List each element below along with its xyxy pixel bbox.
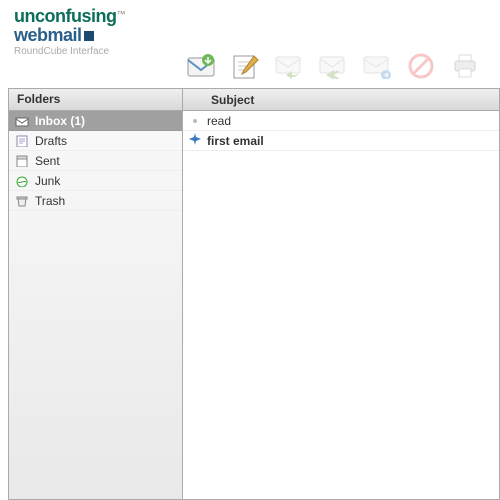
reply-all-icon [318,53,348,79]
junk-icon [15,175,29,187]
message-subject: read [207,114,231,128]
main: Folders Inbox (1) Drafts Sent Junk Trash Sub… [0,88,500,500]
delete-button[interactable] [405,50,437,82]
folder-item-drafts[interactable]: Drafts [9,131,182,151]
message-row[interactable]: read [183,111,499,131]
message-subject: first email [207,134,264,148]
folder-list: Inbox (1) Drafts Sent Junk Trash [9,111,182,499]
forward-icon [362,53,392,79]
check-mail-icon [186,52,216,80]
subject-column-header[interactable]: Subject [207,93,254,107]
logo-line1: unconfusing [14,6,116,26]
trash-icon [15,195,29,207]
folder-label: Junk [35,174,60,188]
drafts-icon [15,135,29,147]
message-list-header: Subject [183,89,499,111]
folder-label: Inbox (1) [35,114,85,128]
logo-line2: webmail [14,25,82,45]
folder-label: Drafts [35,134,67,148]
inbox-icon [15,115,29,127]
forward-button[interactable] [361,50,393,82]
message-pane: Subject read first email [183,88,500,500]
logo: unconfusing™ webmail RoundCube Interface [14,6,125,57]
sidebar: Folders Inbox (1) Drafts Sent Junk Trash [8,88,183,500]
folder-item-trash[interactable]: Trash [9,191,182,211]
toolbar [185,50,481,82]
folder-item-sent[interactable]: Sent [9,151,182,171]
logo-square [84,31,94,41]
check-mail-button[interactable] [185,50,217,82]
folder-label: Sent [35,154,60,168]
reply-all-button[interactable] [317,50,349,82]
print-button[interactable] [449,50,481,82]
print-icon [451,53,479,79]
compose-button[interactable] [229,50,261,82]
sent-icon [15,155,29,167]
message-row[interactable]: first email [183,131,499,151]
reply-icon [274,53,304,79]
folder-item-junk[interactable]: Junk [9,171,182,191]
reply-button[interactable] [273,50,305,82]
folder-item-inbox[interactable]: Inbox (1) [9,111,182,131]
message-list: read first email [183,111,499,151]
header: unconfusing™ webmail RoundCube Interface [0,0,500,88]
message-status-icon [183,133,207,148]
logo-tm: ™ [116,9,125,19]
message-status-icon [183,114,207,128]
folder-label: Trash [35,194,65,208]
folders-header: Folders [9,89,182,111]
delete-icon [407,52,435,80]
logo-subtitle: RoundCube Interface [14,46,125,57]
compose-icon [230,52,260,80]
